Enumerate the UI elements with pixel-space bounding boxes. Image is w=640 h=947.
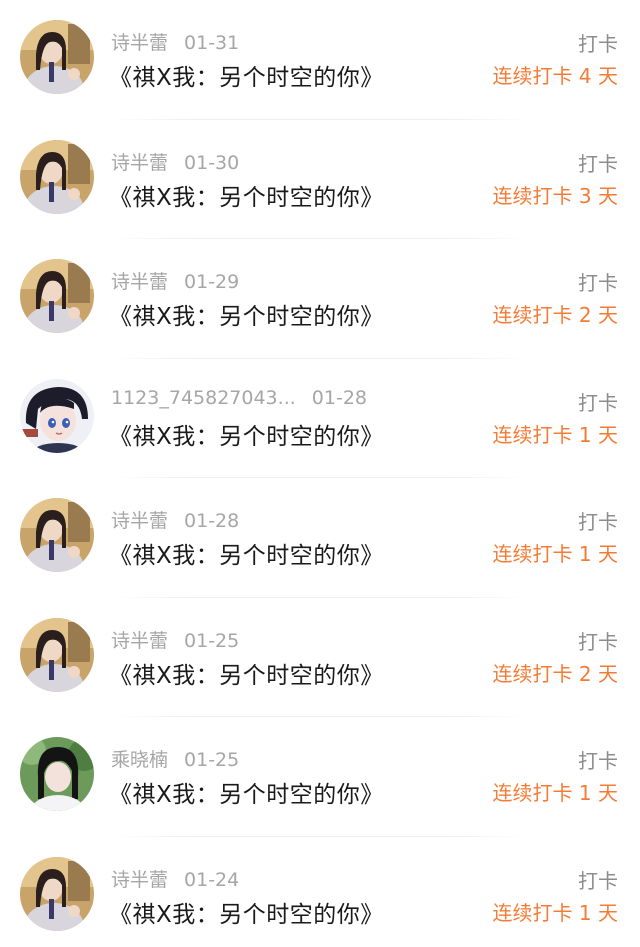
list-item[interactable]: 诗半蕾 01-30 《祺Ⅹ我：另个时空的你》 打卡 连续打卡 3 天 xyxy=(0,120,640,239)
entry-meta: 乘晓楠 01-25 xyxy=(111,745,239,772)
entry-meta: 诗半蕾 01-30 xyxy=(111,148,239,175)
entry-date: 01-31 xyxy=(184,32,240,54)
username[interactable]: 诗半蕾 xyxy=(111,271,168,293)
avatar[interactable] xyxy=(20,378,94,453)
entry-title[interactable]: 《祺Ⅹ我：另个时空的你》 xyxy=(109,775,384,809)
username[interactable]: 诗半蕾 xyxy=(111,869,168,891)
streak-label: 连续打卡 1 天 xyxy=(492,900,618,925)
entry-type: 打卡 xyxy=(578,510,618,534)
list-item[interactable]: 1123_745827043... 01-28 《祺Ⅹ我：另个时空的你》 打卡 连… xyxy=(0,359,640,478)
entry-type: 打卡 xyxy=(578,271,618,295)
entry-title[interactable]: 《祺Ⅹ我：另个时空的你》 xyxy=(109,58,384,92)
entry-meta: 诗半蕾 01-28 xyxy=(111,506,239,533)
avatar[interactable] xyxy=(20,259,94,333)
streak-label: 连续打卡 4 天 xyxy=(492,64,618,88)
streak-label: 连续打卡 1 天 xyxy=(492,781,618,805)
streak-label: 连续打卡 1 天 xyxy=(492,422,618,447)
entry-type: 打卡 xyxy=(578,390,618,415)
streak-label: 连续打卡 3 天 xyxy=(492,183,618,208)
list-item[interactable]: 诗半蕾 01-29 《祺Ⅹ我：另个时空的你》 打卡 连续打卡 2 天 xyxy=(0,239,640,359)
username[interactable]: 乘晓楠 xyxy=(111,749,168,771)
entry-type: 打卡 xyxy=(578,32,618,56)
entry-title[interactable]: 《祺Ⅹ我：另个时空的你》 xyxy=(109,178,384,212)
entry-meta: 诗半蕾 01-24 xyxy=(111,865,239,892)
entry-date: 01-28 xyxy=(311,386,367,409)
avatar[interactable] xyxy=(20,20,94,94)
entry-type: 打卡 xyxy=(578,868,618,893)
list-item[interactable]: 诗半蕾 01-24 《祺Ⅹ我：另个时空的你》 打卡 连续打卡 1 天 xyxy=(0,837,640,947)
avatar[interactable] xyxy=(20,856,94,931)
username[interactable]: 诗半蕾 xyxy=(111,510,168,532)
entry-date: 01-24 xyxy=(184,868,240,891)
avatar[interactable] xyxy=(20,498,94,572)
streak-label: 连续打卡 1 天 xyxy=(492,542,618,566)
entry-date: 01-29 xyxy=(184,271,240,293)
entry-title[interactable]: 《祺Ⅹ我：另个时空的你》 xyxy=(109,536,384,570)
entry-type: 打卡 xyxy=(578,151,618,176)
list-item[interactable]: 诗半蕾 01-25 《祺Ⅹ我：另个时空的你》 打卡 连续打卡 2 天 xyxy=(0,598,640,717)
streak-label: 连续打卡 2 天 xyxy=(492,661,618,686)
entry-date: 01-28 xyxy=(184,510,240,532)
checkin-list: 诗半蕾 01-31 《祺Ⅹ我：另个时空的你》 打卡 连续打卡 4 天 诗半蕾 01-… xyxy=(0,0,640,947)
entry-date: 01-25 xyxy=(184,629,240,652)
avatar[interactable] xyxy=(20,139,94,214)
avatar[interactable] xyxy=(20,737,94,811)
entry-title[interactable]: 《祺Ⅹ我：另个时空的你》 xyxy=(109,656,384,690)
username[interactable]: 1123_745827043... xyxy=(111,387,296,409)
list-item[interactable]: 乘晓楠 01-25 《祺Ⅹ我：另个时空的你》 打卡 连续打卡 1 天 xyxy=(0,717,640,837)
entry-date: 01-30 xyxy=(184,151,240,174)
avatar[interactable] xyxy=(20,617,94,692)
username[interactable]: 诗半蕾 xyxy=(111,630,168,652)
username[interactable]: 诗半蕾 xyxy=(111,152,168,174)
entry-meta: 诗半蕾 01-29 xyxy=(111,267,239,294)
entry-title[interactable]: 《祺Ⅹ我：另个时空的你》 xyxy=(109,417,384,451)
entry-type: 打卡 xyxy=(578,749,618,773)
entry-type: 打卡 xyxy=(578,629,618,654)
entry-title[interactable]: 《祺Ⅹ我：另个时空的你》 xyxy=(109,895,384,929)
entry-date: 01-25 xyxy=(184,749,240,771)
username[interactable]: 诗半蕾 xyxy=(111,32,168,54)
entry-meta: 诗半蕾 01-25 xyxy=(111,626,239,653)
entry-title[interactable]: 《祺Ⅹ我：另个时空的你》 xyxy=(109,297,384,331)
list-item[interactable]: 诗半蕾 01-28 《祺Ⅹ我：另个时空的你》 打卡 连续打卡 1 天 xyxy=(0,478,640,598)
entry-meta: 诗半蕾 01-31 xyxy=(111,28,239,55)
streak-label: 连续打卡 2 天 xyxy=(492,303,618,327)
list-item[interactable]: 诗半蕾 01-31 《祺Ⅹ我：另个时空的你》 打卡 连续打卡 4 天 xyxy=(0,0,640,120)
entry-meta: 1123_745827043... 01-28 xyxy=(111,387,367,409)
